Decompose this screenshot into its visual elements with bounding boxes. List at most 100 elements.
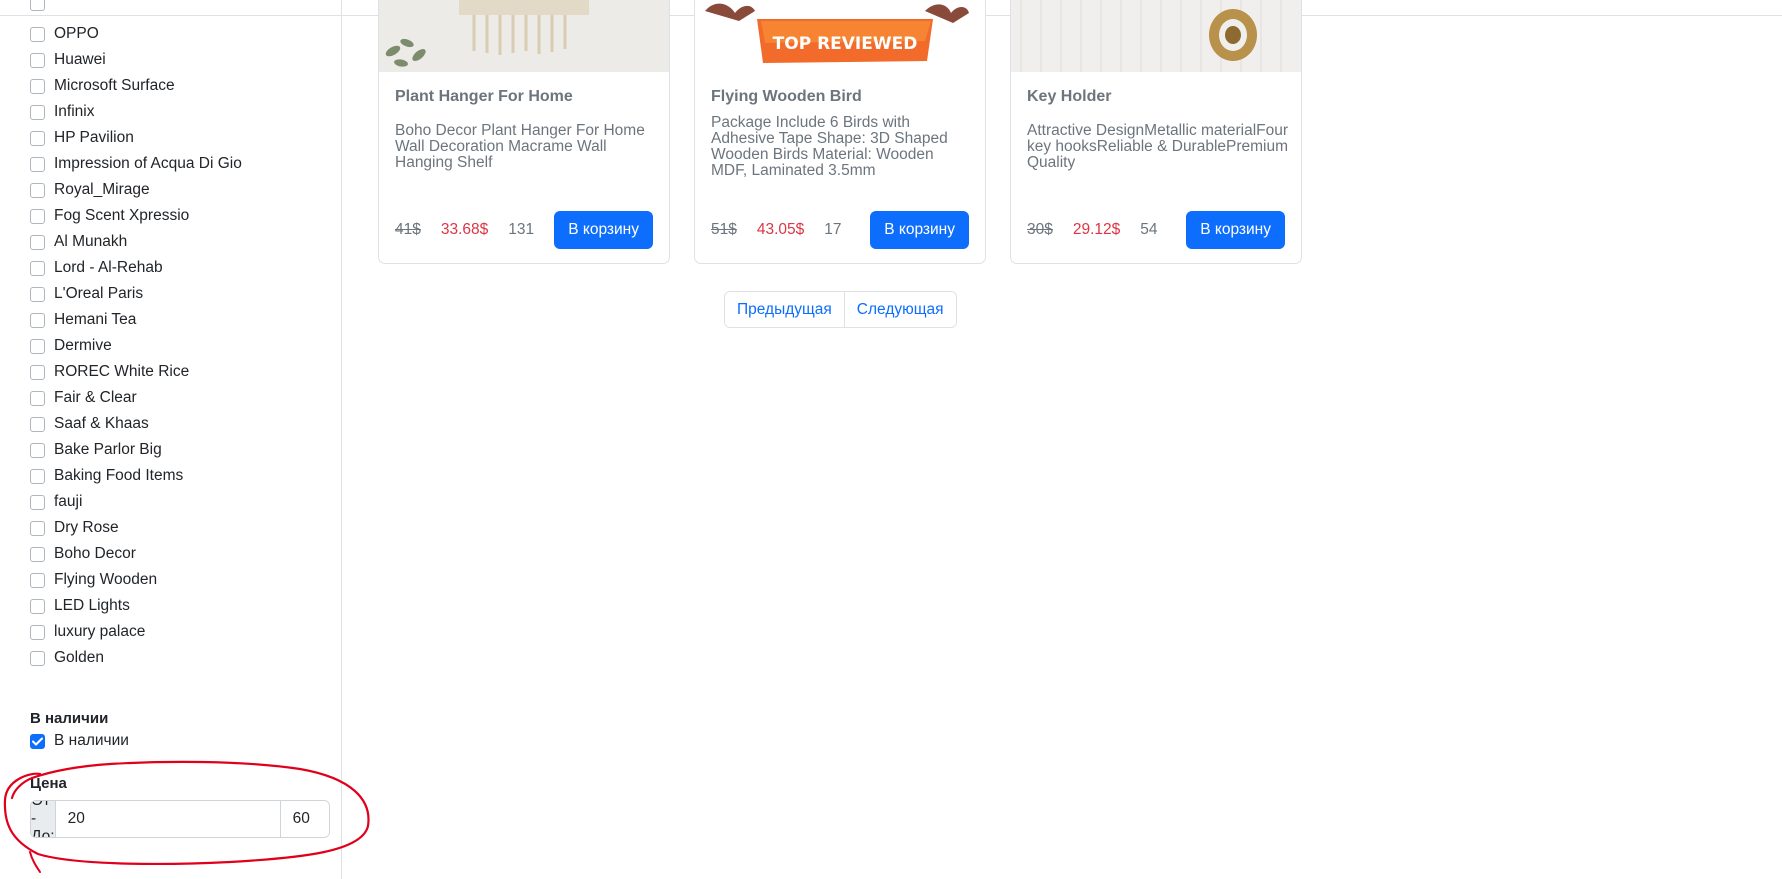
product-footer: 30$ 29.12$ 54 В корзину xyxy=(1027,211,1285,249)
product-footer: 51$ 43.05$ 17 В корзину xyxy=(711,211,969,249)
product-footer: 41$ 33.68$ 131 В корзину xyxy=(395,211,653,249)
brand-label: Huawei xyxy=(54,51,106,68)
brand-checkbox[interactable] xyxy=(30,78,45,94)
brand-filter-item[interactable]: L'Oreal Paris xyxy=(30,281,242,307)
brand-label: L'Oreal Paris xyxy=(54,285,144,302)
brand-checkbox[interactable] xyxy=(30,598,45,614)
brand-label: luxury palace xyxy=(54,623,146,640)
product-image[interactable]: TOP REVIEWED xyxy=(695,0,985,72)
product-title[interactable]: Flying Wooden Bird xyxy=(711,88,862,106)
in-stock-title: В наличии xyxy=(30,710,109,727)
previous-page-button[interactable]: Предыдущая xyxy=(725,292,844,327)
brand-filter-item[interactable]: Bake Parlor Big xyxy=(30,437,242,463)
brand-label: Golden xyxy=(54,649,104,666)
brand-filter-item[interactable]: Royal_Mirage xyxy=(30,177,242,203)
price-to-input[interactable] xyxy=(280,801,329,837)
brand-label: Infinix xyxy=(54,103,95,120)
brand-label: Saaf & Khaas xyxy=(54,415,149,432)
brand-checkbox[interactable] xyxy=(30,52,45,68)
brand-label: Flying Wooden xyxy=(54,571,158,588)
brand-label: LED Lights xyxy=(54,597,130,614)
brand-label: Microsoft Surface xyxy=(54,77,175,94)
brand-filter-item[interactable]: OPPO xyxy=(30,21,242,47)
brand-label: Al Munakh xyxy=(54,233,128,250)
old-price: 30$ xyxy=(1027,221,1053,238)
brand-checkbox[interactable] xyxy=(30,572,45,588)
in-stock-filter[interactable]: В наличии xyxy=(30,728,129,754)
brand-checkbox[interactable] xyxy=(30,494,45,510)
brand-filter-item[interactable]: LED Lights xyxy=(30,593,242,619)
brand-label: Royal_Mirage xyxy=(54,181,150,198)
brand-filter-item[interactable]: Infinix xyxy=(30,99,242,125)
brand-filter-item[interactable]: Dermive xyxy=(30,333,242,359)
brand-checkbox[interactable] xyxy=(30,468,45,484)
product-card: TOP REVIEWED Flying Wooden Bird Package … xyxy=(694,0,986,264)
brand-filter-list: OPPO Huawei Microsoft Surface Infinix HP Pav… xyxy=(30,21,242,671)
stock-count: 54 xyxy=(1140,221,1158,238)
brand-label: fauji xyxy=(54,493,83,510)
product-image[interactable] xyxy=(379,0,669,72)
product-title[interactable]: Plant Hanger For Home xyxy=(395,88,573,106)
old-price: 51$ xyxy=(711,221,737,238)
product-image[interactable] xyxy=(1011,0,1301,72)
brand-filter-item[interactable]: Huawei xyxy=(30,47,242,73)
brand-filter-item[interactable]: luxury palace xyxy=(30,619,242,645)
brand-filter-item[interactable]: Flying Wooden xyxy=(30,567,242,593)
product-card: Key Holder Attractive DesignMetallic mat… xyxy=(1010,0,1302,264)
brand-label: Impression of Acqua Di Gio xyxy=(54,155,242,172)
sale-price: 43.05$ xyxy=(756,221,805,238)
brand-filter-item[interactable]: Fair & Clear xyxy=(30,385,242,411)
in-stock-label: В наличии xyxy=(54,732,129,749)
brand-filter-item[interactable]: HP Pavilion xyxy=(30,125,242,151)
brand-checkbox[interactable] xyxy=(30,182,45,198)
brand-filter-item[interactable]: Lord - Al-Rehab xyxy=(30,255,242,281)
add-to-cart-button[interactable]: В корзину xyxy=(554,211,653,249)
brand-checkbox[interactable] xyxy=(30,104,45,120)
brand-filter-item[interactable]: Microsoft Surface xyxy=(30,73,242,99)
brand-filter-item[interactable]: fauji xyxy=(30,489,242,515)
stock-count: 17 xyxy=(824,221,842,238)
old-price: 41$ xyxy=(395,221,421,238)
brand-checkbox[interactable] xyxy=(30,286,45,302)
brand-checkbox[interactable] xyxy=(30,26,45,42)
brand-checkbox[interactable] xyxy=(30,338,45,354)
brand-label: HP Pavilion xyxy=(54,129,134,146)
brand-checkbox[interactable] xyxy=(30,260,45,276)
brand-label: ROREC White Rice xyxy=(54,363,190,380)
brand-checkbox[interactable] xyxy=(30,130,45,146)
add-to-cart-button[interactable]: В корзину xyxy=(870,211,969,249)
brand-checkbox[interactable] xyxy=(30,624,45,640)
product-card: Plant Hanger For Home Boho Decor Plant H… xyxy=(378,0,670,264)
brand-filter-item[interactable]: Impression of Acqua Di Gio xyxy=(30,151,242,177)
brand-checkbox[interactable] xyxy=(30,546,45,562)
brand-checkbox[interactable] xyxy=(30,416,45,432)
product-title[interactable]: Key Holder xyxy=(1027,88,1111,106)
brand-checkbox[interactable] xyxy=(30,364,45,380)
brand-checkbox[interactable] xyxy=(30,312,45,328)
brand-filter-item[interactable]: Fog Scent Xpressio xyxy=(30,203,242,229)
brand-filter-item[interactable]: Golden xyxy=(30,645,242,671)
top-reviewed-badge-text: TOP REVIEWED xyxy=(773,34,918,54)
brand-checkbox[interactable] xyxy=(30,390,45,406)
brand-label: Hemani Tea xyxy=(54,311,137,328)
add-to-cart-button[interactable]: В корзину xyxy=(1186,211,1285,249)
brand-checkbox[interactable] xyxy=(30,234,45,250)
brand-label: OPPO xyxy=(54,25,99,42)
brand-filter-item[interactable]: Dry Rose xyxy=(30,515,242,541)
brand-filter-item[interactable]: Al Munakh xyxy=(30,229,242,255)
brand-checkbox[interactable] xyxy=(30,156,45,172)
brand-checkbox[interactable] xyxy=(30,208,45,224)
next-page-button[interactable]: Следующая xyxy=(843,292,956,327)
brand-filter-item[interactable]: Boho Decor xyxy=(30,541,242,567)
in-stock-checkbox[interactable] xyxy=(30,733,45,749)
brand-checkbox[interactable] xyxy=(30,650,45,666)
brand-filter-item[interactable]: Hemani Tea xyxy=(30,307,242,333)
price-from-input[interactable] xyxy=(55,801,281,837)
brand-label: Fair & Clear xyxy=(54,389,137,406)
pagination: Предыдущая Следующая xyxy=(724,291,957,328)
brand-filter-item[interactable]: ROREC White Rice xyxy=(30,359,242,385)
brand-filter-item[interactable]: Baking Food Items xyxy=(30,463,242,489)
brand-checkbox[interactable] xyxy=(30,520,45,536)
brand-checkbox[interactable] xyxy=(30,442,45,458)
brand-filter-item[interactable]: Saaf & Khaas xyxy=(30,411,242,437)
